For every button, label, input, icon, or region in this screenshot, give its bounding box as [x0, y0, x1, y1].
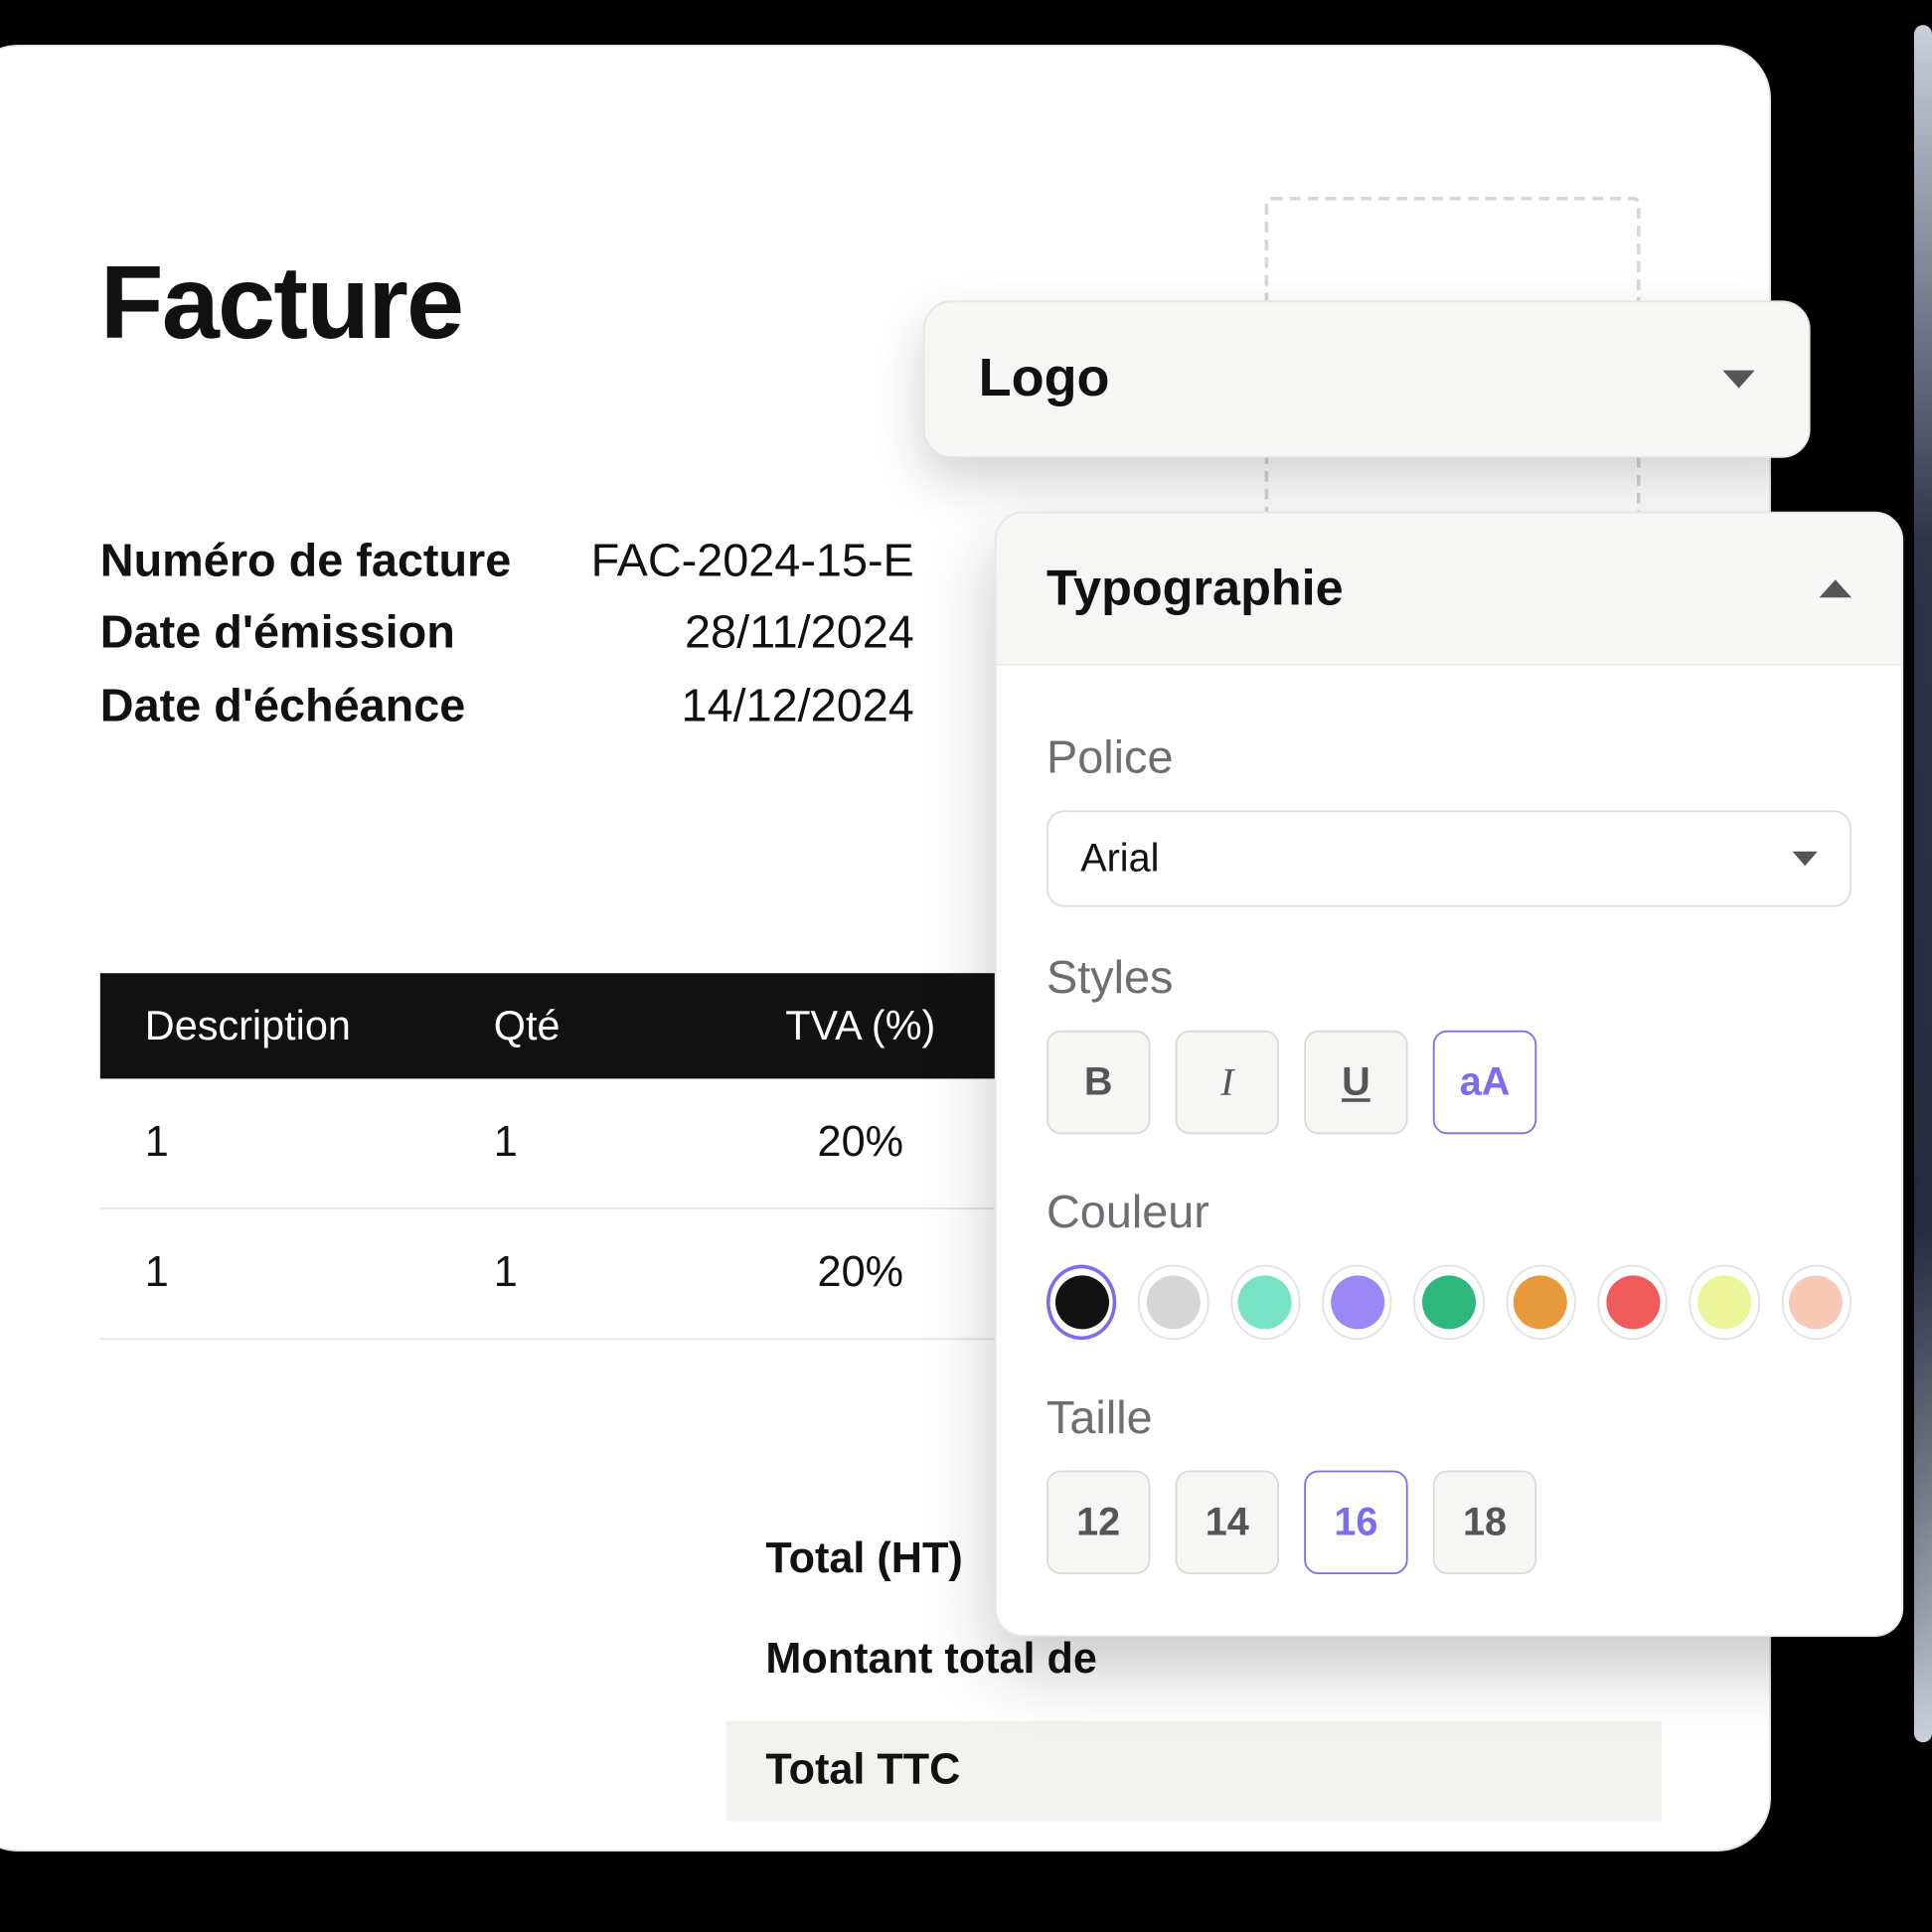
col-qty: Qté — [494, 1002, 709, 1050]
cell-vat: 20% — [709, 1248, 1013, 1298]
color-swatch[interactable] — [1690, 1265, 1760, 1341]
cell-description: 1 — [145, 1248, 494, 1298]
font-select[interactable]: Arial — [1046, 810, 1852, 906]
color-swatch[interactable] — [1506, 1265, 1576, 1341]
logo-panel-label: Logo — [979, 349, 1110, 409]
color-swatch-inner — [1606, 1275, 1660, 1329]
color-swatch-inner — [1514, 1275, 1567, 1329]
due-date-label: Date d'échéance — [100, 668, 583, 740]
col-description: Description — [145, 1002, 494, 1050]
color-swatch-inner — [1147, 1275, 1201, 1329]
color-section-label: Couleur — [1046, 1185, 1852, 1240]
chevron-down-icon — [1793, 852, 1818, 866]
color-swatch[interactable] — [1781, 1265, 1852, 1341]
color-swatch-inner — [1238, 1275, 1292, 1329]
issue-date-label: Date d'émission — [100, 596, 583, 669]
font-section-label: Police — [1046, 729, 1852, 785]
color-swatch-inner — [1054, 1275, 1108, 1329]
logo-settings-panel[interactable]: Logo — [923, 300, 1811, 457]
due-date-value: 14/12/2024 — [583, 668, 914, 740]
color-swatch-row — [1046, 1265, 1852, 1341]
size-button-18[interactable]: 18 — [1433, 1471, 1536, 1574]
issue-date-value: 28/11/2024 — [583, 596, 914, 669]
cell-vat: 20% — [709, 1118, 1013, 1168]
invoice-number-label: Numéro de facture — [100, 524, 583, 596]
total-ttc-label: Total TTC — [726, 1720, 1662, 1821]
typography-header[interactable]: Typographie — [997, 514, 1902, 666]
typography-panel: Typographie Police Arial Styles B I U aA… — [995, 512, 1903, 1637]
underline-button[interactable]: U — [1304, 1031, 1407, 1134]
size-button-14[interactable]: 14 — [1176, 1471, 1279, 1574]
size-section-label: Taille — [1046, 1390, 1852, 1446]
color-swatch[interactable] — [1046, 1265, 1117, 1341]
case-button[interactable]: aA — [1433, 1031, 1536, 1134]
chevron-down-icon — [1722, 371, 1754, 389]
col-vat: TVA (%) — [709, 1002, 1013, 1050]
bold-button[interactable]: B — [1046, 1031, 1150, 1134]
invoice-number-value: FAC-2024-15-E — [583, 524, 914, 596]
italic-button[interactable]: I — [1176, 1031, 1279, 1134]
size-button-16[interactable]: 16 — [1304, 1471, 1407, 1574]
color-swatch-inner — [1331, 1275, 1384, 1329]
color-swatch[interactable] — [1230, 1265, 1301, 1341]
color-swatch-inner — [1697, 1275, 1751, 1329]
device-frame-edge — [1914, 25, 1932, 1742]
color-swatch[interactable] — [1139, 1265, 1209, 1341]
size-button-12[interactable]: 12 — [1046, 1471, 1150, 1574]
color-swatch[interactable] — [1414, 1265, 1485, 1341]
size-row: 12 1416 18 — [1046, 1471, 1852, 1574]
color-swatch-inner — [1790, 1275, 1844, 1329]
typography-title: Typographie — [1046, 560, 1344, 617]
cell-qty: 1 — [494, 1118, 709, 1168]
color-swatch-inner — [1422, 1275, 1476, 1329]
cell-description: 1 — [145, 1118, 494, 1168]
cell-qty: 1 — [494, 1248, 709, 1298]
chevron-up-icon — [1820, 579, 1852, 597]
font-select-value: Arial — [1080, 836, 1159, 883]
color-swatch[interactable] — [1597, 1265, 1668, 1341]
styles-section-label: Styles — [1046, 950, 1852, 1006]
color-swatch[interactable] — [1322, 1265, 1392, 1341]
